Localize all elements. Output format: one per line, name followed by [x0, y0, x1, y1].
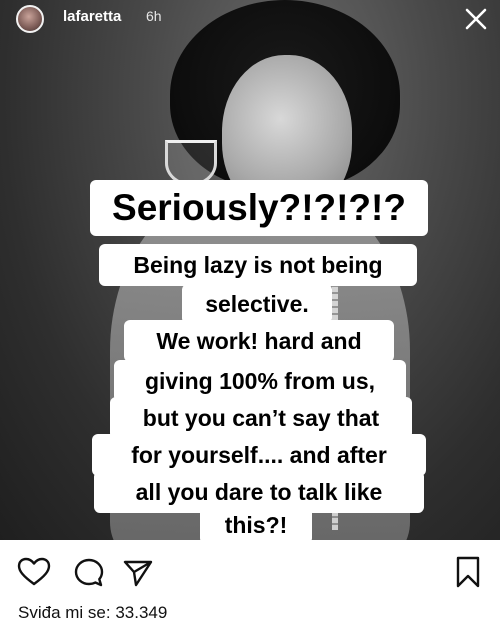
story-text-line: Seriously?!?!?!? [90, 180, 428, 236]
action-bar: Sviđa mi se: 33.349 [0, 540, 500, 631]
bookmark-icon[interactable] [455, 555, 481, 589]
instagram-story-viewer: lafaretta 6h Seriously?!?!?!? Being lazy… [0, 0, 500, 631]
story-text-line: this?! [200, 506, 312, 540]
story-text-line: for yourself.... and after [92, 434, 426, 476]
story-text-line: giving 100% from us, [114, 360, 406, 402]
likes-label: Sviđa mi se: [18, 603, 111, 622]
story-text-line: selective. [182, 284, 332, 324]
share-icon[interactable] [122, 558, 154, 588]
story-text-line: We work! hard and [124, 320, 394, 362]
story-text-overlay: Seriously?!?!?!? Being lazy is not being… [0, 0, 500, 540]
likes-number: 33.349 [115, 603, 168, 622]
story-text-line: Being lazy is not being [99, 244, 417, 286]
likes-count[interactable]: Sviđa mi se: 33.349 [18, 603, 167, 623]
comment-icon[interactable] [73, 557, 105, 589]
story-text-line: but you can’t say that [110, 397, 412, 439]
story-image: lafaretta 6h Seriously?!?!?!? Being lazy… [0, 0, 500, 540]
heart-icon[interactable] [17, 557, 51, 587]
